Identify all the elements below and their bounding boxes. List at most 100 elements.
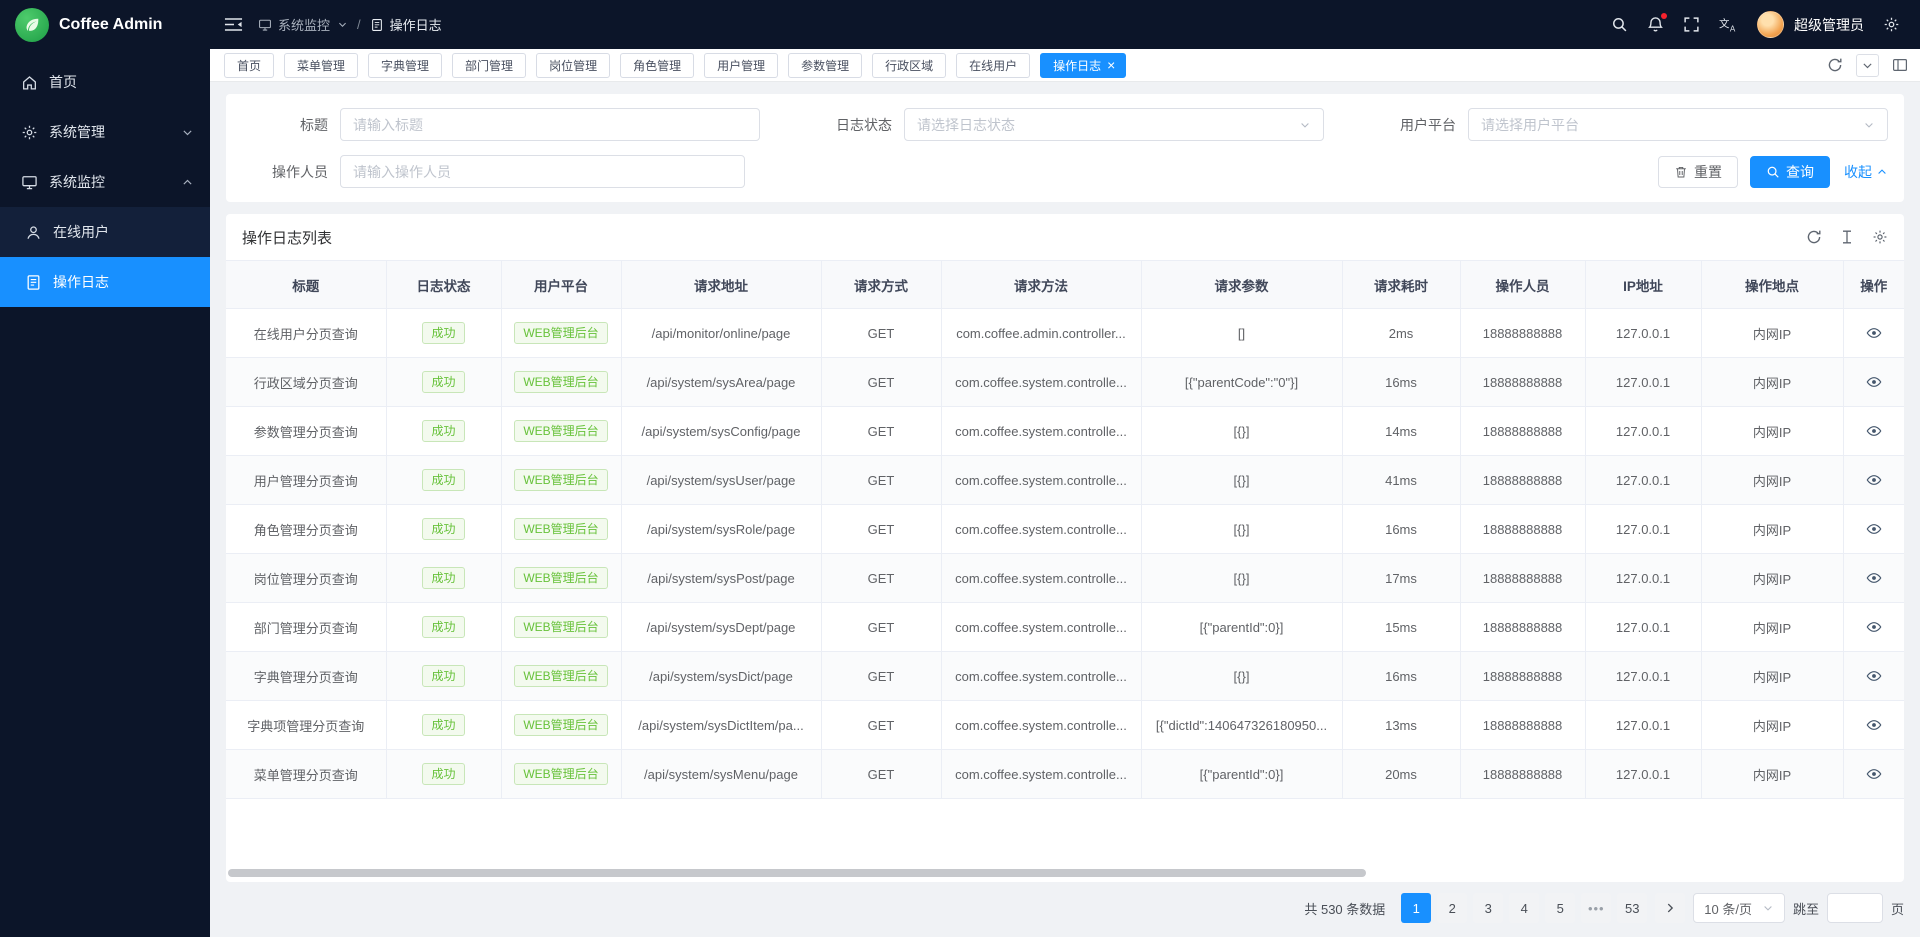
chevron-down-icon [1299,119,1311,131]
content: 标题 日志状态 请选择日志状态 用户平台 请选择用户平台 [210,82,1920,937]
cell-location: 内网IP [1701,603,1843,652]
refresh-icon[interactable] [1806,229,1822,245]
page-button-4[interactable]: 4 [1509,893,1539,923]
cell-operator: 18888888888 [1460,505,1585,554]
tab-5[interactable]: 角色管理 [620,53,694,78]
page-button-3[interactable]: 3 [1473,893,1503,923]
monitor-icon [21,174,38,191]
topbar-left: 系统监控 / 操作日志 [224,15,442,34]
tab-label: 行政区域 [885,57,933,74]
card-title: 操作日志列表 [242,227,332,248]
tab-10[interactable]: 操作日志× [1040,53,1126,78]
table-row: 部门管理分页查询成功WEB管理后台/api/system/sysDept/pag… [226,603,1904,652]
sidebar-item-0[interactable]: 首页 [0,57,210,107]
page-button-5[interactable]: 5 [1545,893,1575,923]
view-detail-eye-icon[interactable] [1866,668,1882,684]
cell-request-function: com.coffee.system.controlle... [941,358,1141,407]
table-row: 字典管理分页查询成功WEB管理后台/api/system/sysDict/pag… [226,652,1904,701]
page-button-53[interactable]: 53 [1617,893,1647,923]
status-filter-select[interactable]: 请选择日志状态 [904,108,1324,141]
filter-panel: 标题 日志状态 请选择日志状态 用户平台 请选择用户平台 [226,94,1904,202]
tab-0[interactable]: 首页 [224,53,274,78]
cell-operator: 18888888888 [1460,358,1585,407]
page-size-select[interactable]: 10 条/页 [1693,893,1785,923]
tab-7[interactable]: 参数管理 [788,53,862,78]
tab-6[interactable]: 用户管理 [704,53,778,78]
username[interactable]: 超级管理员 [1794,15,1864,35]
pagination-ellipsis[interactable]: ••• [1581,893,1611,923]
cell-request-method: GET [821,309,941,358]
operator-filter-input[interactable] [340,155,745,188]
platform-filter-select[interactable]: 请选择用户平台 [1468,108,1888,141]
cell-operator: 18888888888 [1460,652,1585,701]
cell-location: 内网IP [1701,456,1843,505]
row-density-icon[interactable] [1839,229,1855,245]
jump-page-input[interactable] [1827,893,1883,923]
translate-icon[interactable]: 文A [1719,15,1738,34]
reset-button[interactable]: 重置 [1658,156,1738,188]
tab-close-icon[interactable]: × [1107,58,1115,72]
cell-title: 菜单管理分页查询 [226,750,386,799]
tab-8[interactable]: 行政区域 [872,53,946,78]
cell-ip: 127.0.0.1 [1585,701,1701,750]
column-settings-icon[interactable] [1872,229,1888,245]
refresh-icon[interactable] [1827,57,1843,73]
topbar: 系统监控 / 操作日志 文A 超级管理员 [210,0,1920,49]
cell-title: 岗位管理分页查询 [226,554,386,603]
tab-3[interactable]: 部门管理 [452,53,526,78]
view-detail-eye-icon[interactable] [1866,717,1882,733]
table-row: 字典项管理分页查询成功WEB管理后台/api/system/sysDictIte… [226,701,1904,750]
page-button-2[interactable]: 2 [1437,893,1467,923]
tab-1[interactable]: 菜单管理 [284,53,358,78]
tab-menu-dropdown[interactable] [1856,54,1879,77]
tab-4[interactable]: 岗位管理 [536,53,610,78]
sidebar-item-label: 系统管理 [49,122,181,142]
menu-fold-icon[interactable] [224,15,243,34]
table-row: 用户管理分页查询成功WEB管理后台/api/system/sysUser/pag… [226,456,1904,505]
title-filter-input[interactable] [340,108,760,141]
tab-label: 用户管理 [717,57,765,74]
page-button-1[interactable]: 1 [1401,893,1431,923]
search-button[interactable]: 查询 [1750,156,1830,188]
next-page-button[interactable] [1655,893,1685,923]
tab-label: 角色管理 [633,57,681,74]
cell-request-url: /api/system/sysRole/page [621,505,821,554]
collapse-toggle[interactable]: 收起 [1844,162,1888,182]
sidebar-item-3[interactable]: 在线用户 [0,207,210,257]
bell-icon[interactable] [1647,16,1664,33]
view-detail-eye-icon[interactable] [1866,325,1882,341]
view-detail-eye-icon[interactable] [1866,521,1882,537]
sidebar-item-1[interactable]: 系统管理 [0,107,210,157]
cell-ip: 127.0.0.1 [1585,554,1701,603]
view-detail-eye-icon[interactable] [1866,472,1882,488]
settings-gear-icon[interactable] [1883,16,1900,33]
view-detail-eye-icon[interactable] [1866,570,1882,586]
cell-location: 内网IP [1701,750,1843,799]
avatar[interactable] [1757,11,1784,38]
cell-actions [1843,309,1904,358]
breadcrumb-section[interactable]: 系统监控 [258,15,348,34]
view-detail-eye-icon[interactable] [1866,619,1882,635]
cell-actions [1843,554,1904,603]
cell-title: 角色管理分页查询 [226,505,386,554]
tab-2[interactable]: 字典管理 [368,53,442,78]
status-filter-field: 日志状态 请选择日志状态 [806,108,1370,141]
cell-request-url: /api/system/sysConfig/page [621,407,821,456]
sidebar-item-2[interactable]: 系统监控 [0,157,210,207]
search-icon[interactable] [1611,16,1628,33]
cell-title: 用户管理分页查询 [226,456,386,505]
fullscreen-icon[interactable] [1683,16,1700,33]
tab-9[interactable]: 在线用户 [956,53,1030,78]
status-badge: 成功 [422,469,464,491]
horizontal-scrollbar-thumb[interactable] [228,869,1366,877]
cell-actions [1843,750,1904,799]
layout-columns-icon[interactable] [1892,57,1908,73]
sidebar-item-4[interactable]: 操作日志 [0,257,210,307]
sidebar: Coffee Admin 首页系统管理系统监控在线用户操作日志 [0,0,210,937]
app-logo: Coffee Admin [0,0,210,49]
view-detail-eye-icon[interactable] [1866,766,1882,782]
cell-request-function: com.coffee.system.controlle... [941,603,1141,652]
view-detail-eye-icon[interactable] [1866,423,1882,439]
view-detail-eye-icon[interactable] [1866,374,1882,390]
trash-icon [1674,165,1688,179]
